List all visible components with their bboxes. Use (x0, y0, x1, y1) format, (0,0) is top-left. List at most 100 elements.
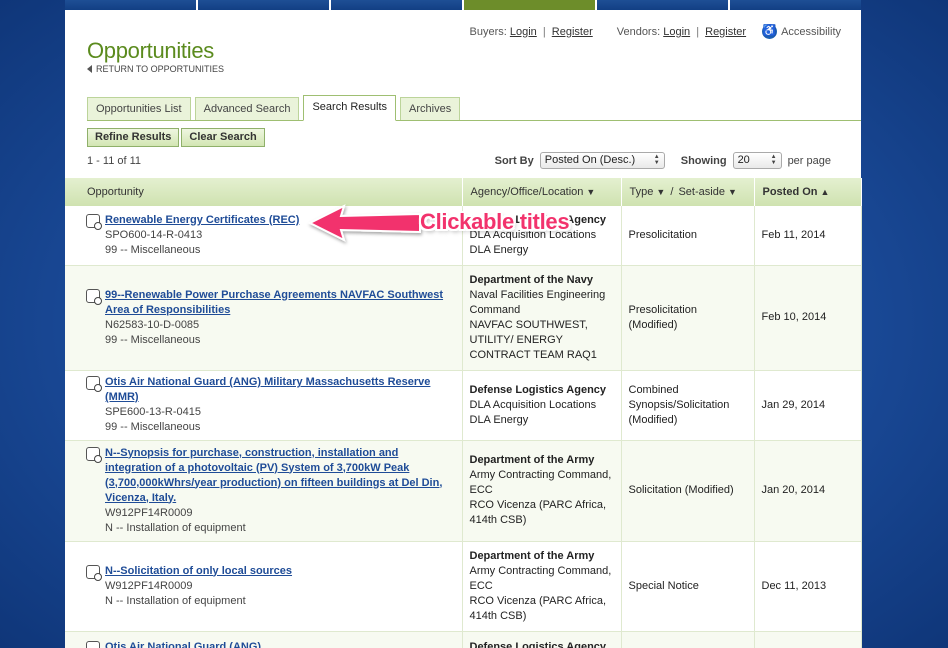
sort-down-icon: ▼ (727, 187, 737, 197)
opportunity-title-link[interactable]: 99--Renewable Power Purchase Agreements … (105, 288, 455, 318)
separator: | (696, 25, 700, 38)
column-header-posted[interactable]: Posted On ▲ (754, 178, 862, 206)
solicitation-number: SPO600-14-R-0413 (105, 228, 203, 241)
refine-results-button[interactable]: Refine Results (87, 128, 180, 147)
opportunity-title-link[interactable]: N--Solicitation of only local sources (105, 564, 292, 579)
column-header-label: Agency/Office/Location (470, 186, 584, 198)
agency-office: Army Contracting Command, ECC (469, 564, 612, 592)
agency-name: Defense Logistics Agency (469, 640, 607, 648)
column-header-label: Opportunity (87, 186, 144, 198)
main-navigation (65, 0, 861, 10)
column-header-type[interactable]: Type ▼ / Set-aside ▼ (621, 178, 755, 206)
agency-location: NAVFAC SOUTHWEST, UTILITY/ ENERGY CONTRA… (469, 318, 597, 361)
opportunity-title-link[interactable]: Otis Air National Guard (ANG) (105, 640, 261, 648)
return-link[interactable]: RETURN TO OPPORTUNITIES (87, 64, 224, 74)
nav-tab-3[interactable] (331, 0, 464, 10)
posted-cell: Feb 10, 2014 (754, 265, 862, 371)
accessibility-link[interactable]: ♿ Accessibility (762, 24, 841, 39)
posted-cell: Dec 11, 2013 (754, 541, 862, 632)
column-header-label: Posted On (762, 186, 818, 198)
tab-archives[interactable]: Archives (400, 97, 461, 120)
column-header-label: Set-aside (678, 186, 725, 198)
classification-code: 99 -- Miscellaneous (105, 421, 201, 433)
table-row: 99--Renewable Power Purchase Agreements … (65, 265, 862, 371)
document-icon (86, 288, 102, 305)
opportunity-entry: 99--Renewable Power Purchase Agreements … (72, 288, 455, 348)
agency-cell: Department of the Army Army Contracting … (462, 440, 622, 542)
return-link-label[interactable]: RETURN TO OPPORTUNITIES (96, 64, 224, 74)
posted-cell: Jan 29, 2014 (754, 370, 862, 441)
buyers-login-link[interactable]: Login (510, 26, 537, 38)
opportunity-cell: N--Synopsis for purchase, construction, … (65, 440, 463, 542)
nav-tab-5[interactable] (597, 0, 730, 10)
classification-code: N -- Installation of equipment (105, 594, 246, 607)
page-size-select[interactable]: 20 ▲ ▼ (732, 152, 782, 169)
sort-up-icon: ▲ (820, 187, 830, 197)
opportunity-cell: Otis Air National Guard (ANG) Military M… (65, 370, 463, 441)
type-cell: Special Notice (621, 541, 755, 632)
agency-cell: Department of the Army Army Contracting … (462, 541, 622, 632)
nav-tab-2[interactable] (198, 0, 331, 10)
sort-down-icon: ▼ (656, 187, 666, 197)
accessibility-icon: ♿ (762, 24, 778, 39)
opportunity-entry: N--Synopsis for purchase, construction, … (72, 446, 455, 536)
type-cell: Presolicitation (621, 206, 755, 266)
solicitation-number: SPE600-13-R-0415 (105, 406, 202, 418)
tab-advanced-search[interactable]: Advanced Search (194, 97, 300, 120)
classification-code: 99 -- Miscellaneous (105, 243, 201, 256)
opportunity-title-link[interactable]: Otis Air National Guard (ANG) Military M… (105, 375, 455, 405)
agency-location: RCO Vicenza (PARC Africa, 414th CSB) (469, 499, 607, 526)
opportunity-cell: 99--Renewable Power Purchase Agreements … (65, 265, 463, 371)
column-header-label: Type (629, 186, 654, 198)
document-icon (86, 446, 102, 463)
type-cell: Solicitation (Modified) (621, 440, 755, 542)
opportunity-title-link[interactable]: N--Synopsis for purchase, construction, … (105, 446, 455, 506)
type-cell (621, 631, 755, 648)
opportunity-title-link[interactable]: Renewable Energy Certificates (REC) (105, 213, 299, 228)
results-tabs: Opportunities List Advanced Search Searc… (87, 95, 861, 121)
sort-select[interactable]: Posted On (Desc.) ▲ ▼ (539, 152, 665, 169)
opportunity-entry: Otis Air National Guard (ANG) (72, 640, 455, 648)
opportunity-cell: N--Solicitation of only local sources W9… (65, 541, 463, 632)
nav-tab-1[interactable] (65, 0, 198, 10)
annotation-callout: Clickable titles (307, 200, 618, 246)
solicitation-number: W912PF14R0009 (105, 579, 193, 592)
page-title: Opportunities (87, 38, 214, 63)
vendors-login-link[interactable]: Login (663, 26, 690, 38)
select-arrows-icon: ▲ ▼ (653, 154, 660, 166)
results-table: Opportunity Agency/Office/Location ▼ Type… (65, 178, 862, 648)
agency-name: Defense Logistics Agency (469, 383, 607, 396)
agency-office: Naval Facilities Engineering Command (469, 288, 606, 316)
buyers-register-link[interactable]: Register (552, 26, 593, 38)
buyers-label: Buyers: (469, 25, 507, 38)
document-icon (86, 213, 102, 230)
tab-opportunities-list[interactable]: Opportunities List (87, 97, 191, 120)
solicitation-number: W912PF14R0009 (105, 506, 193, 519)
solicitation-number: N62583-10-D-0085 (105, 318, 200, 331)
result-count: 1 - 11 of 11 (87, 155, 142, 167)
sort-select-value: Posted On (Desc.) (544, 154, 636, 166)
opportunity-entry: Otis Air National Guard (ANG) Military M… (72, 375, 455, 435)
agency-office: Army Contracting Command, ECC (469, 469, 612, 496)
document-icon (86, 564, 102, 581)
accessibility-label[interactable]: Accessibility (781, 26, 841, 38)
annotation-text: Clickable titles (420, 209, 570, 234)
account-links: Buyers: Login | Register Vendors: Login … (446, 24, 841, 39)
nav-tab-6[interactable] (730, 0, 861, 10)
showing-label: Showing (680, 154, 727, 167)
tab-search-results[interactable]: Search Results (303, 95, 397, 121)
agency-location: DLA Energy (469, 413, 529, 426)
vendors-links: Vendors: Login | Register (617, 26, 746, 38)
clear-search-button[interactable]: Clear Search (181, 128, 265, 147)
page-container: Buyers: Login | Register Vendors: Login … (65, 10, 862, 648)
annotation-arrow-icon (307, 204, 421, 242)
posted-cell: Jan 20, 2014 (754, 440, 862, 542)
vendors-register-link[interactable]: Register (705, 26, 746, 38)
page-size-value: 20 (737, 154, 750, 166)
classification-code: 99 -- Miscellaneous (105, 333, 201, 346)
nav-tab-opportunities[interactable] (464, 0, 597, 10)
separator: | (542, 25, 546, 38)
agency-cell: Department of the Navy Naval Facilities … (462, 265, 622, 371)
vendors-label: Vendors: (616, 25, 661, 38)
back-arrow-icon (87, 65, 92, 73)
